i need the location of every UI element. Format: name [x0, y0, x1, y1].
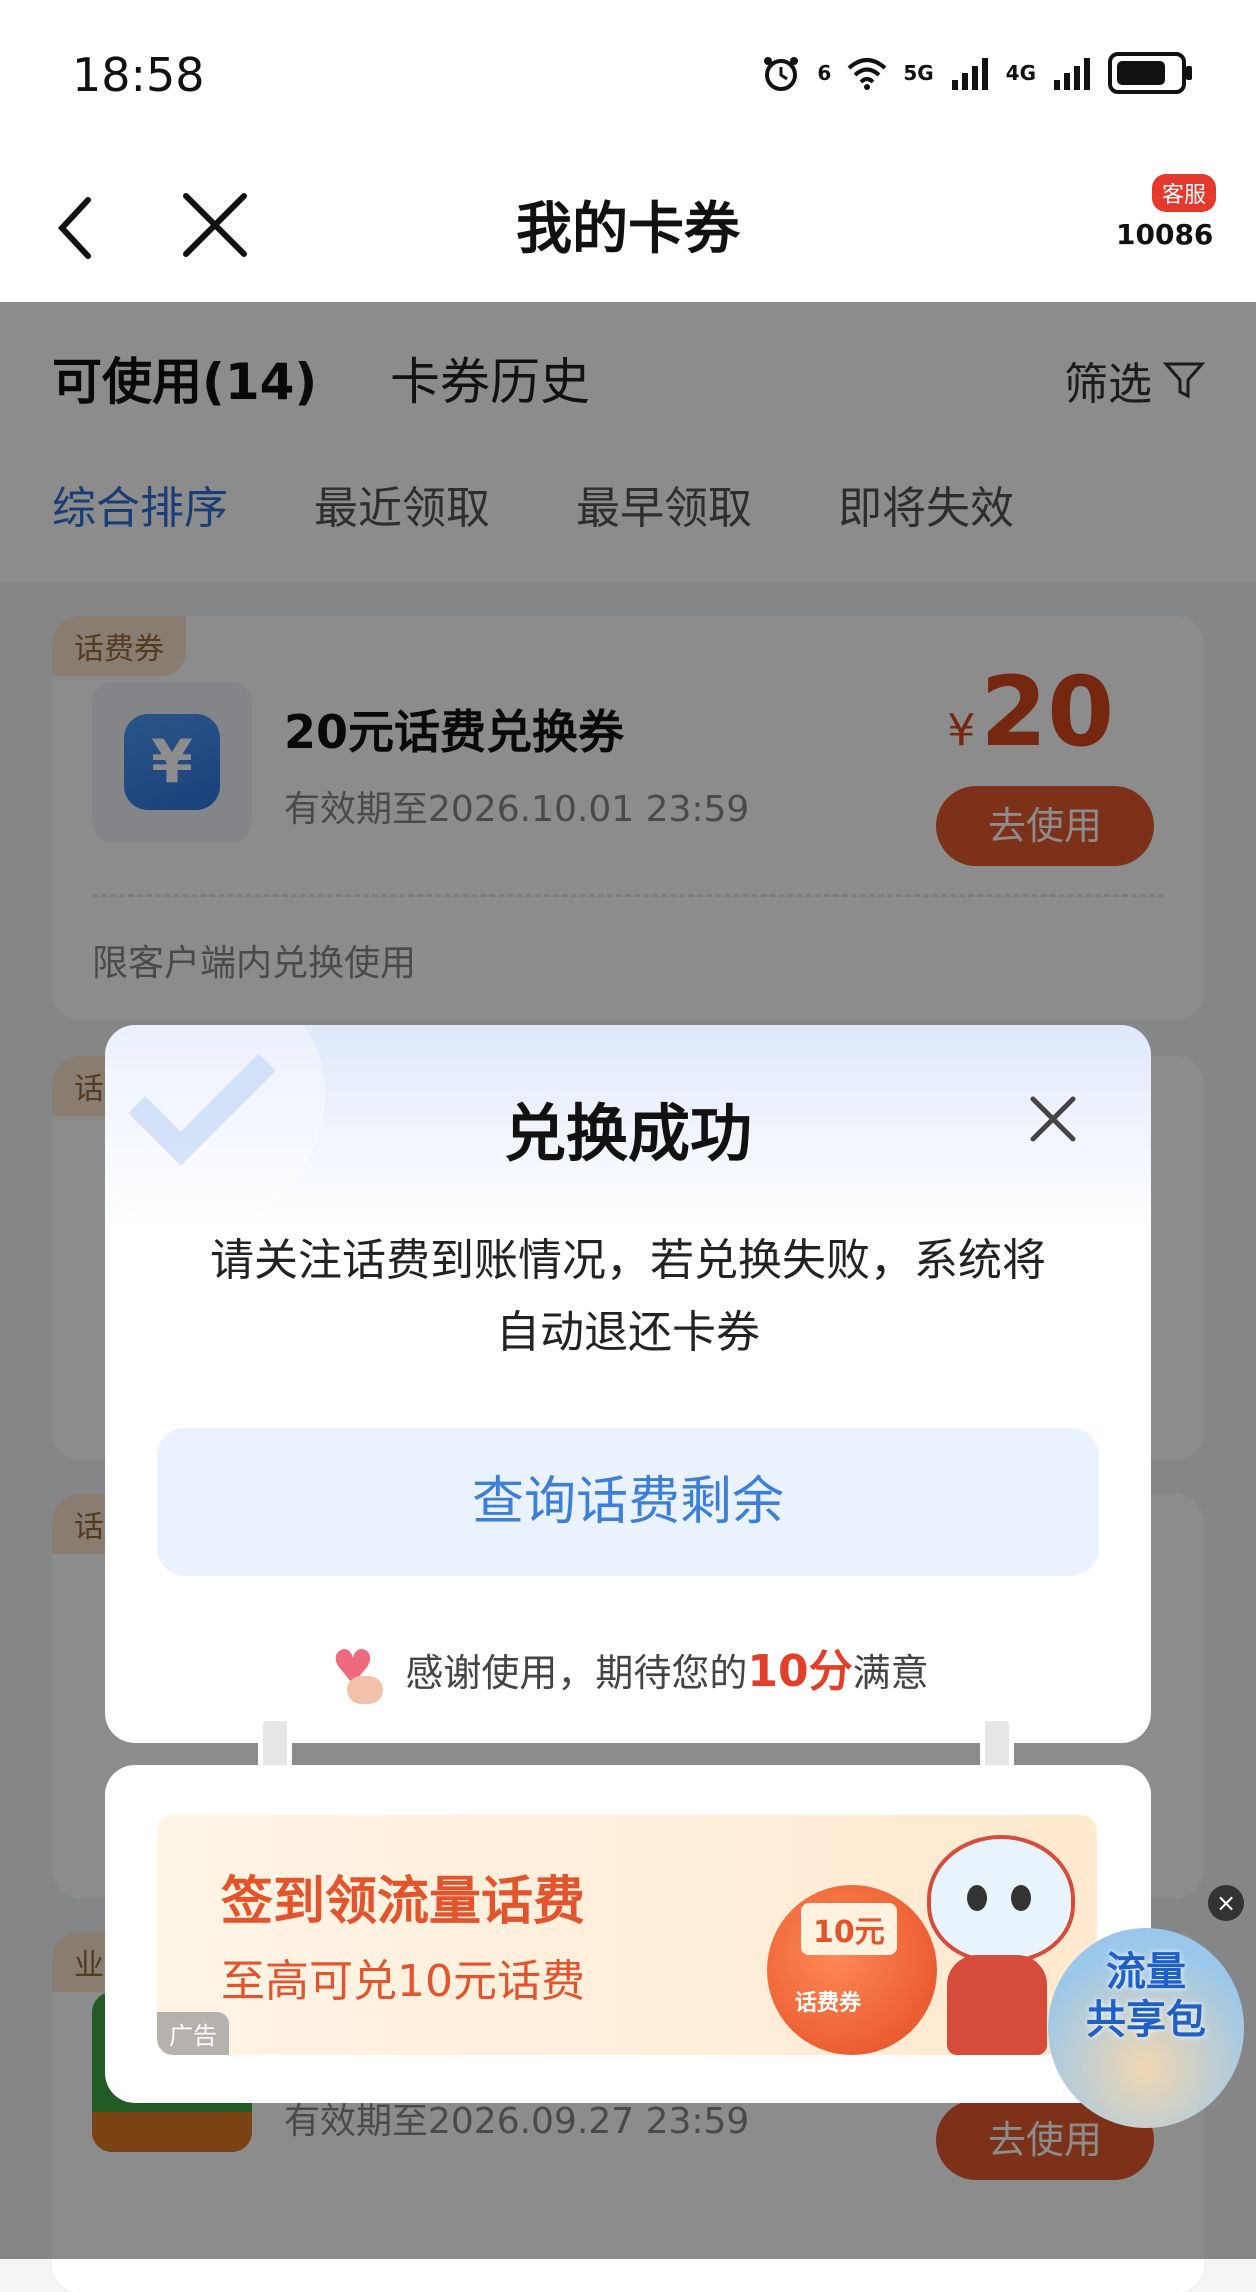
service-number: 10086: [1116, 218, 1214, 251]
dialog-title: 兑换成功: [503, 1097, 752, 1170]
ad-container: 签到领流量话费 至高可兑10元话费 10元 话费券 广告: [105, 1765, 1151, 2103]
nav-bar: 我的卡券 客服 10086: [0, 150, 1256, 302]
network-4g-label: 4G: [1005, 61, 1036, 85]
ad-label: 广告: [157, 2012, 229, 2055]
battery-icon: [1108, 52, 1192, 94]
ad-banner[interactable]: 签到领流量话费 至高可兑10元话费 10元 话费券 广告: [157, 1815, 1097, 2055]
wifi-icon: [847, 58, 887, 90]
signal-icon: [951, 58, 988, 90]
ad-coupon-value: 10元: [801, 1903, 897, 1955]
thanks-suffix: 满意: [852, 1651, 929, 1695]
coupon-bag-icon: 10元 话费券: [767, 1885, 937, 2055]
heart-hand-icon: [327, 1640, 387, 1706]
success-dialog: 兑换成功 请关注话费到账情况，若兑换失败，系统将自动退还卡券 查询话费剩余 感谢…: [105, 1025, 1151, 1743]
status-bar: 18:58 6 5G 4G: [0, 0, 1256, 150]
thanks-prefix: 感谢使用，期待您的: [405, 1651, 748, 1695]
floating-ad[interactable]: 流量 共享包: [1048, 1928, 1244, 2128]
floating-ad-close-icon[interactable]: ×: [1208, 1885, 1244, 1921]
status-time: 18:58: [72, 48, 205, 102]
floating-ad-line1: 流量: [1106, 1949, 1186, 1995]
ad-title: 签到领流量话费: [221, 1872, 586, 1932]
floating-ad-text: 流量 共享包: [1048, 1948, 1244, 2044]
dialog-message: 请关注话费到账情况，若兑换失败，系统将自动退还卡券: [210, 1235, 1046, 1358]
thanks-score: 10分: [747, 1646, 853, 1697]
thanks-line: 感谢使用，期待您的10分满意: [105, 1635, 1151, 1706]
wifi-label: 6: [817, 61, 832, 85]
status-icons: 6 5G 4G: [761, 52, 1192, 94]
mascot-head: [927, 1835, 1075, 1963]
query-balance-button[interactable]: 查询话费剩余: [157, 1428, 1099, 1576]
mascot-body: [947, 1955, 1047, 2055]
network-5g-label: 5G: [903, 61, 934, 85]
customer-service-button[interactable]: 客服 10086: [1116, 174, 1216, 274]
service-badge: 客服: [1151, 174, 1216, 212]
ad-subtitle: 至高可兑10元话费: [221, 1956, 585, 2007]
alarm-icon: [764, 57, 799, 91]
dialog-close-icon[interactable]: [1025, 1091, 1081, 1147]
ad-bag-label: 话费券: [795, 1991, 862, 2016]
signal-icon-2: [1054, 58, 1090, 90]
page-title: 我的卡券: [516, 197, 740, 262]
floating-ad-line2: 共享包: [1086, 1997, 1206, 2043]
mascot-eye: [967, 1885, 987, 1911]
mascot-eye: [1011, 1885, 1031, 1911]
